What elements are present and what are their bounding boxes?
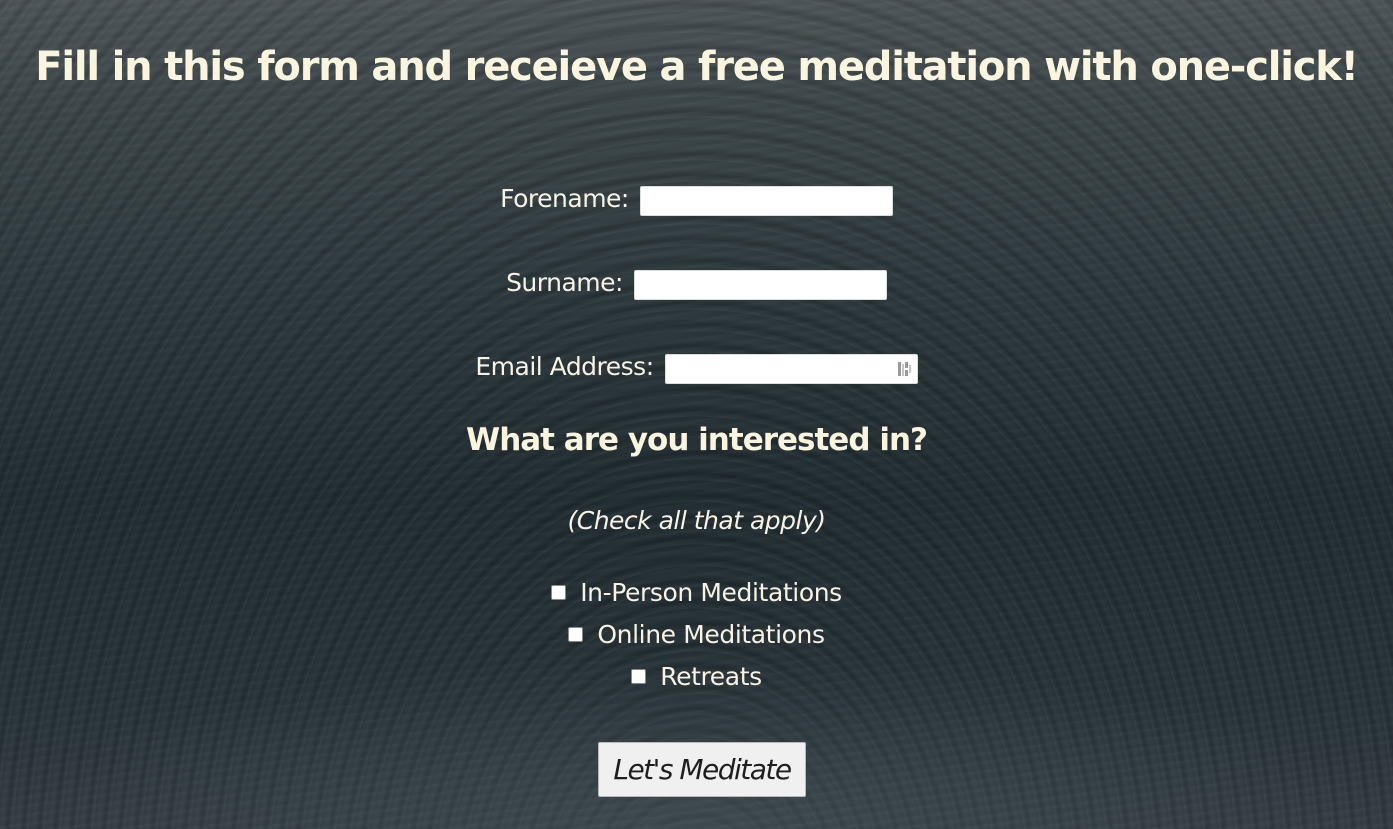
retreats-checkbox[interactable] (631, 669, 647, 684)
option-in-person[interactable]: In-Person Meditations (0, 578, 1393, 607)
surname-label: Surname: (506, 267, 623, 297)
surname-input[interactable] (633, 270, 887, 300)
forename-input[interactable] (639, 186, 893, 216)
password-manager-icon[interactable] (897, 360, 913, 378)
in-person-checkbox[interactable] (551, 585, 567, 600)
submit-button[interactable]: Let's Meditate (598, 742, 806, 797)
page-title: Fill in this form and receieve a free me… (35, 44, 1359, 90)
email-row: Email Address: (0, 348, 1393, 384)
interests-heading: What are you interested in? (466, 422, 928, 458)
in-person-label: In-Person Meditations (580, 578, 842, 607)
online-label: Online Meditations (597, 620, 825, 649)
surname-row: Surname: (0, 264, 1393, 300)
forename-label: Forename: (500, 183, 629, 213)
online-checkbox[interactable] (568, 627, 584, 642)
email-input[interactable] (664, 354, 918, 384)
forename-row: Forename: (0, 180, 1393, 216)
retreats-label: Retreats (660, 662, 762, 691)
email-label: Email Address: (475, 351, 654, 381)
option-retreats[interactable]: Retreats (0, 662, 1393, 691)
option-online[interactable]: Online Meditations (0, 620, 1393, 649)
meditation-form: Fill in this form and receieve a free me… (0, 0, 1393, 829)
interests-hint: (Check all that apply) (567, 506, 826, 535)
